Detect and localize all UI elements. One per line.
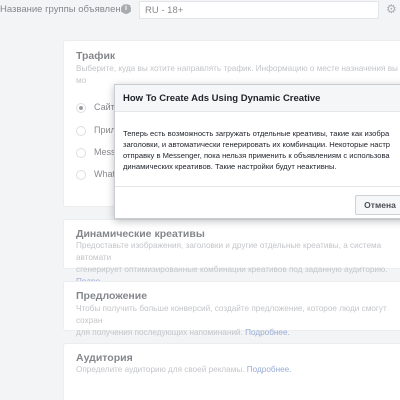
- dialog-header: How To Create Ads Using Dynamic Creative: [115, 85, 400, 112]
- dialog-body: Теперь есть возможность загружать отдель…: [123, 129, 391, 171]
- dialog-footer: Отмена: [115, 186, 400, 220]
- dynamic-creative-dialog: How To Create Ads Using Dynamic Creative…: [114, 84, 400, 219]
- cancel-button[interactable]: Отмена: [355, 195, 400, 215]
- dialog-title: How To Create Ads Using Dynamic Creative: [123, 93, 321, 104]
